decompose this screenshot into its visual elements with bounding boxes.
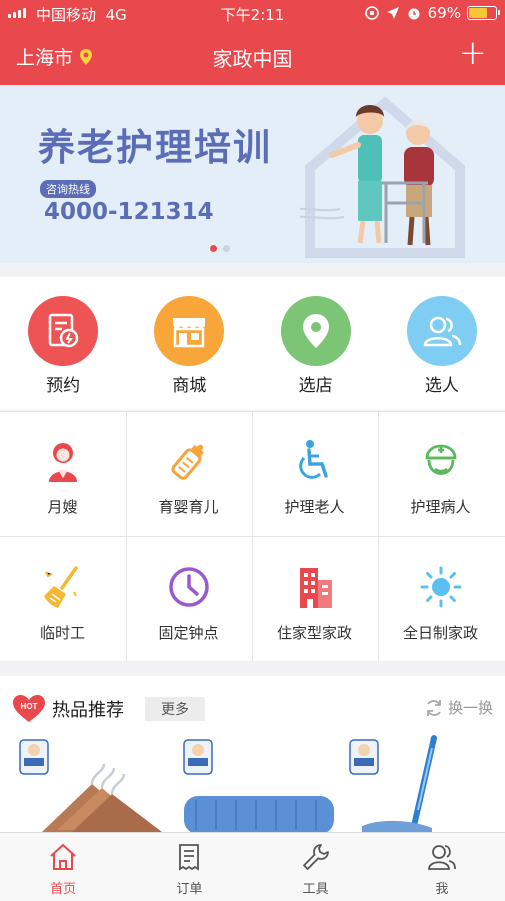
section-title: 热品推荐 bbox=[52, 700, 124, 721]
banner-title: 养老护理培训 bbox=[38, 126, 272, 169]
nurse-icon bbox=[425, 444, 456, 475]
location-arrow-icon bbox=[386, 7, 399, 19]
product-hangers[interactable] bbox=[12, 734, 172, 832]
action-label: 预约 bbox=[46, 376, 81, 396]
receipt-icon bbox=[179, 844, 200, 871]
home-icon bbox=[50, 843, 76, 870]
service-label: 固定钟点 bbox=[158, 624, 219, 642]
store-icon bbox=[154, 296, 225, 366]
action-appointment[interactable]: 预约 bbox=[0, 277, 126, 410]
sun-icon bbox=[420, 566, 461, 608]
tab-label: 我 bbox=[435, 882, 449, 897]
tab-home[interactable]: 首页 bbox=[0, 833, 126, 901]
building-icon bbox=[299, 568, 332, 608]
battery-percent: 69% bbox=[427, 4, 461, 22]
caregiver-illustration bbox=[300, 96, 465, 258]
tab-label: 首页 bbox=[50, 882, 77, 897]
product-mop[interactable] bbox=[342, 734, 502, 832]
service-maternity-nanny[interactable]: 月嫂 bbox=[0, 411, 125, 535]
service-grid: 月嫂 育婴育儿 护理老人 护理病人 临时工 固定钟点 住家型家政 全日制家政 bbox=[0, 411, 505, 661]
add-button[interactable]: + bbox=[459, 36, 488, 70]
service-label: 月嫂 bbox=[47, 498, 78, 516]
hot-heart-icon: HOT bbox=[13, 695, 45, 722]
location-pin-icon bbox=[280, 296, 351, 366]
service-infant-care[interactable]: 育婴育儿 bbox=[126, 411, 251, 535]
service-label: 护理老人 bbox=[284, 498, 345, 516]
service-temporary-worker[interactable]: 临时工 bbox=[0, 537, 125, 661]
service-hourly-worker[interactable]: 固定钟点 bbox=[126, 537, 251, 661]
service-label: 住家型家政 bbox=[276, 624, 352, 642]
tab-tools[interactable]: 工具 bbox=[253, 833, 379, 901]
appointment-icon bbox=[28, 296, 99, 366]
hot-badge-text: HOT bbox=[21, 702, 38, 711]
action-select-store[interactable]: 选店 bbox=[253, 277, 379, 410]
tab-label: 订单 bbox=[176, 882, 203, 897]
service-patient-care[interactable]: 护理病人 bbox=[378, 411, 503, 535]
service-label: 护理病人 bbox=[410, 498, 471, 516]
nav-bar: 上海市 家政中国 + bbox=[0, 28, 505, 85]
tab-me[interactable]: 我 bbox=[379, 833, 505, 901]
product-sponge-mop[interactable] bbox=[176, 734, 336, 832]
user-icon bbox=[427, 845, 456, 870]
clock-icon bbox=[168, 567, 209, 607]
service-live-in-housekeeping[interactable]: 住家型家政 bbox=[252, 537, 377, 661]
wrench-icon bbox=[302, 844, 329, 870]
service-full-time-housekeeping[interactable]: 全日制家政 bbox=[378, 537, 503, 661]
tab-orders[interactable]: 订单 bbox=[126, 833, 252, 901]
promo-banner[interactable]: 养老护理培训 咨询热线 4000-121314 bbox=[0, 85, 505, 263]
action-select-person[interactable]: 选人 bbox=[379, 277, 505, 410]
hot-products-section: HOT 热品推荐 更多 换一换 bbox=[0, 676, 505, 832]
pagination-dot[interactable] bbox=[223, 245, 230, 252]
action-store[interactable]: 商城 bbox=[126, 277, 252, 410]
banner-pagination[interactable] bbox=[210, 245, 230, 252]
status-bar: 中国移动 4G 下午2:11 69% bbox=[0, 0, 505, 28]
wheelchair-icon bbox=[298, 440, 328, 479]
main-actions: 预约 商城 选店 选人 bbox=[0, 277, 505, 410]
action-label: 选人 bbox=[424, 376, 459, 396]
action-label: 选店 bbox=[298, 376, 333, 396]
broom-icon bbox=[43, 566, 78, 608]
hotline-label: 咨询热线 bbox=[40, 180, 96, 198]
service-label: 临时工 bbox=[39, 624, 85, 642]
tab-bar: 首页 订单 工具 我 bbox=[0, 832, 505, 901]
tab-label: 工具 bbox=[302, 882, 329, 897]
page-title: 家政中国 bbox=[212, 47, 293, 71]
battery-icon bbox=[467, 6, 500, 20]
service-label: 全日制家政 bbox=[402, 624, 478, 642]
alarm-icon bbox=[408, 8, 420, 20]
nanny-icon bbox=[48, 443, 77, 482]
service-label: 育婴育儿 bbox=[158, 498, 219, 516]
refresh-label: 换一换 bbox=[447, 699, 493, 717]
more-button[interactable]: 更多 bbox=[145, 697, 205, 721]
top-bar: 中国移动 4G 下午2:11 69% 上海市 家政中国 + bbox=[0, 0, 505, 85]
action-label: 商城 bbox=[172, 376, 207, 396]
refresh-button[interactable]: 换一换 bbox=[424, 697, 493, 718]
hotline-number: 4000-121314 bbox=[44, 199, 214, 225]
pagination-dot-active[interactable] bbox=[210, 245, 217, 252]
people-icon bbox=[406, 296, 477, 366]
service-elderly-care[interactable]: 护理老人 bbox=[252, 411, 377, 535]
baby-bottle-icon bbox=[170, 444, 204, 480]
rotation-lock-icon bbox=[364, 6, 379, 20]
refresh-icon bbox=[427, 699, 441, 716]
